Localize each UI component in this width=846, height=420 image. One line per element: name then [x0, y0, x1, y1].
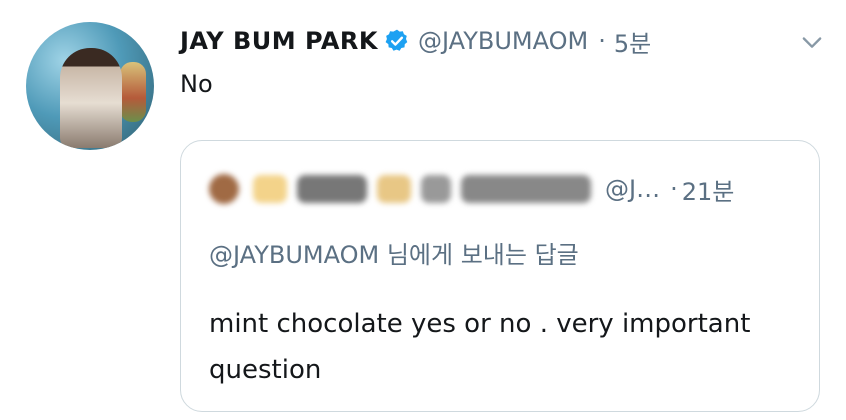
- separator: ·: [598, 27, 606, 55]
- tweet-header: JAY BUM PARK @JAYBUMAOM · 5분: [180, 24, 651, 58]
- quoted-tweet-header: @J… · 21분: [209, 171, 734, 207]
- quoted-avatar[interactable]: [209, 174, 239, 204]
- blurred-name-part: [253, 175, 287, 203]
- quoted-handle[interactable]: @J…: [605, 175, 660, 203]
- blurred-name-part: [421, 175, 451, 203]
- tweet[interactable]: JAY BUM PARK @JAYBUMAOM · 5분 No @J… · 21…: [0, 0, 846, 420]
- quoted-separator: ·: [670, 175, 678, 203]
- reply-to-label: @JAYBUMAOM 님에게 보내는 답글: [209, 241, 579, 269]
- avatar-photo-background: [120, 62, 146, 122]
- display-name[interactable]: JAY BUM PARK: [180, 27, 378, 55]
- quoted-tweet-text: mint chocolate yes or no . very importan…: [209, 309, 751, 385]
- avatar-photo-person: [60, 48, 122, 148]
- blurred-name-part: [297, 175, 367, 203]
- chevron-down-icon[interactable]: [798, 28, 826, 56]
- avatar[interactable]: [26, 22, 154, 150]
- quoted-timestamp[interactable]: 21분: [682, 172, 735, 207]
- tweet-text: No: [180, 70, 213, 98]
- blurred-name-part: [377, 175, 411, 203]
- handle[interactable]: @JAYBUMAOM: [418, 27, 588, 55]
- blurred-name-part: [461, 175, 591, 203]
- timestamp[interactable]: 5분: [614, 24, 651, 59]
- verified-badge-icon: [384, 28, 410, 54]
- quoted-tweet[interactable]: @J… · 21분 @JAYBUMAOM 님에게 보내는 답글 mint cho…: [180, 140, 820, 412]
